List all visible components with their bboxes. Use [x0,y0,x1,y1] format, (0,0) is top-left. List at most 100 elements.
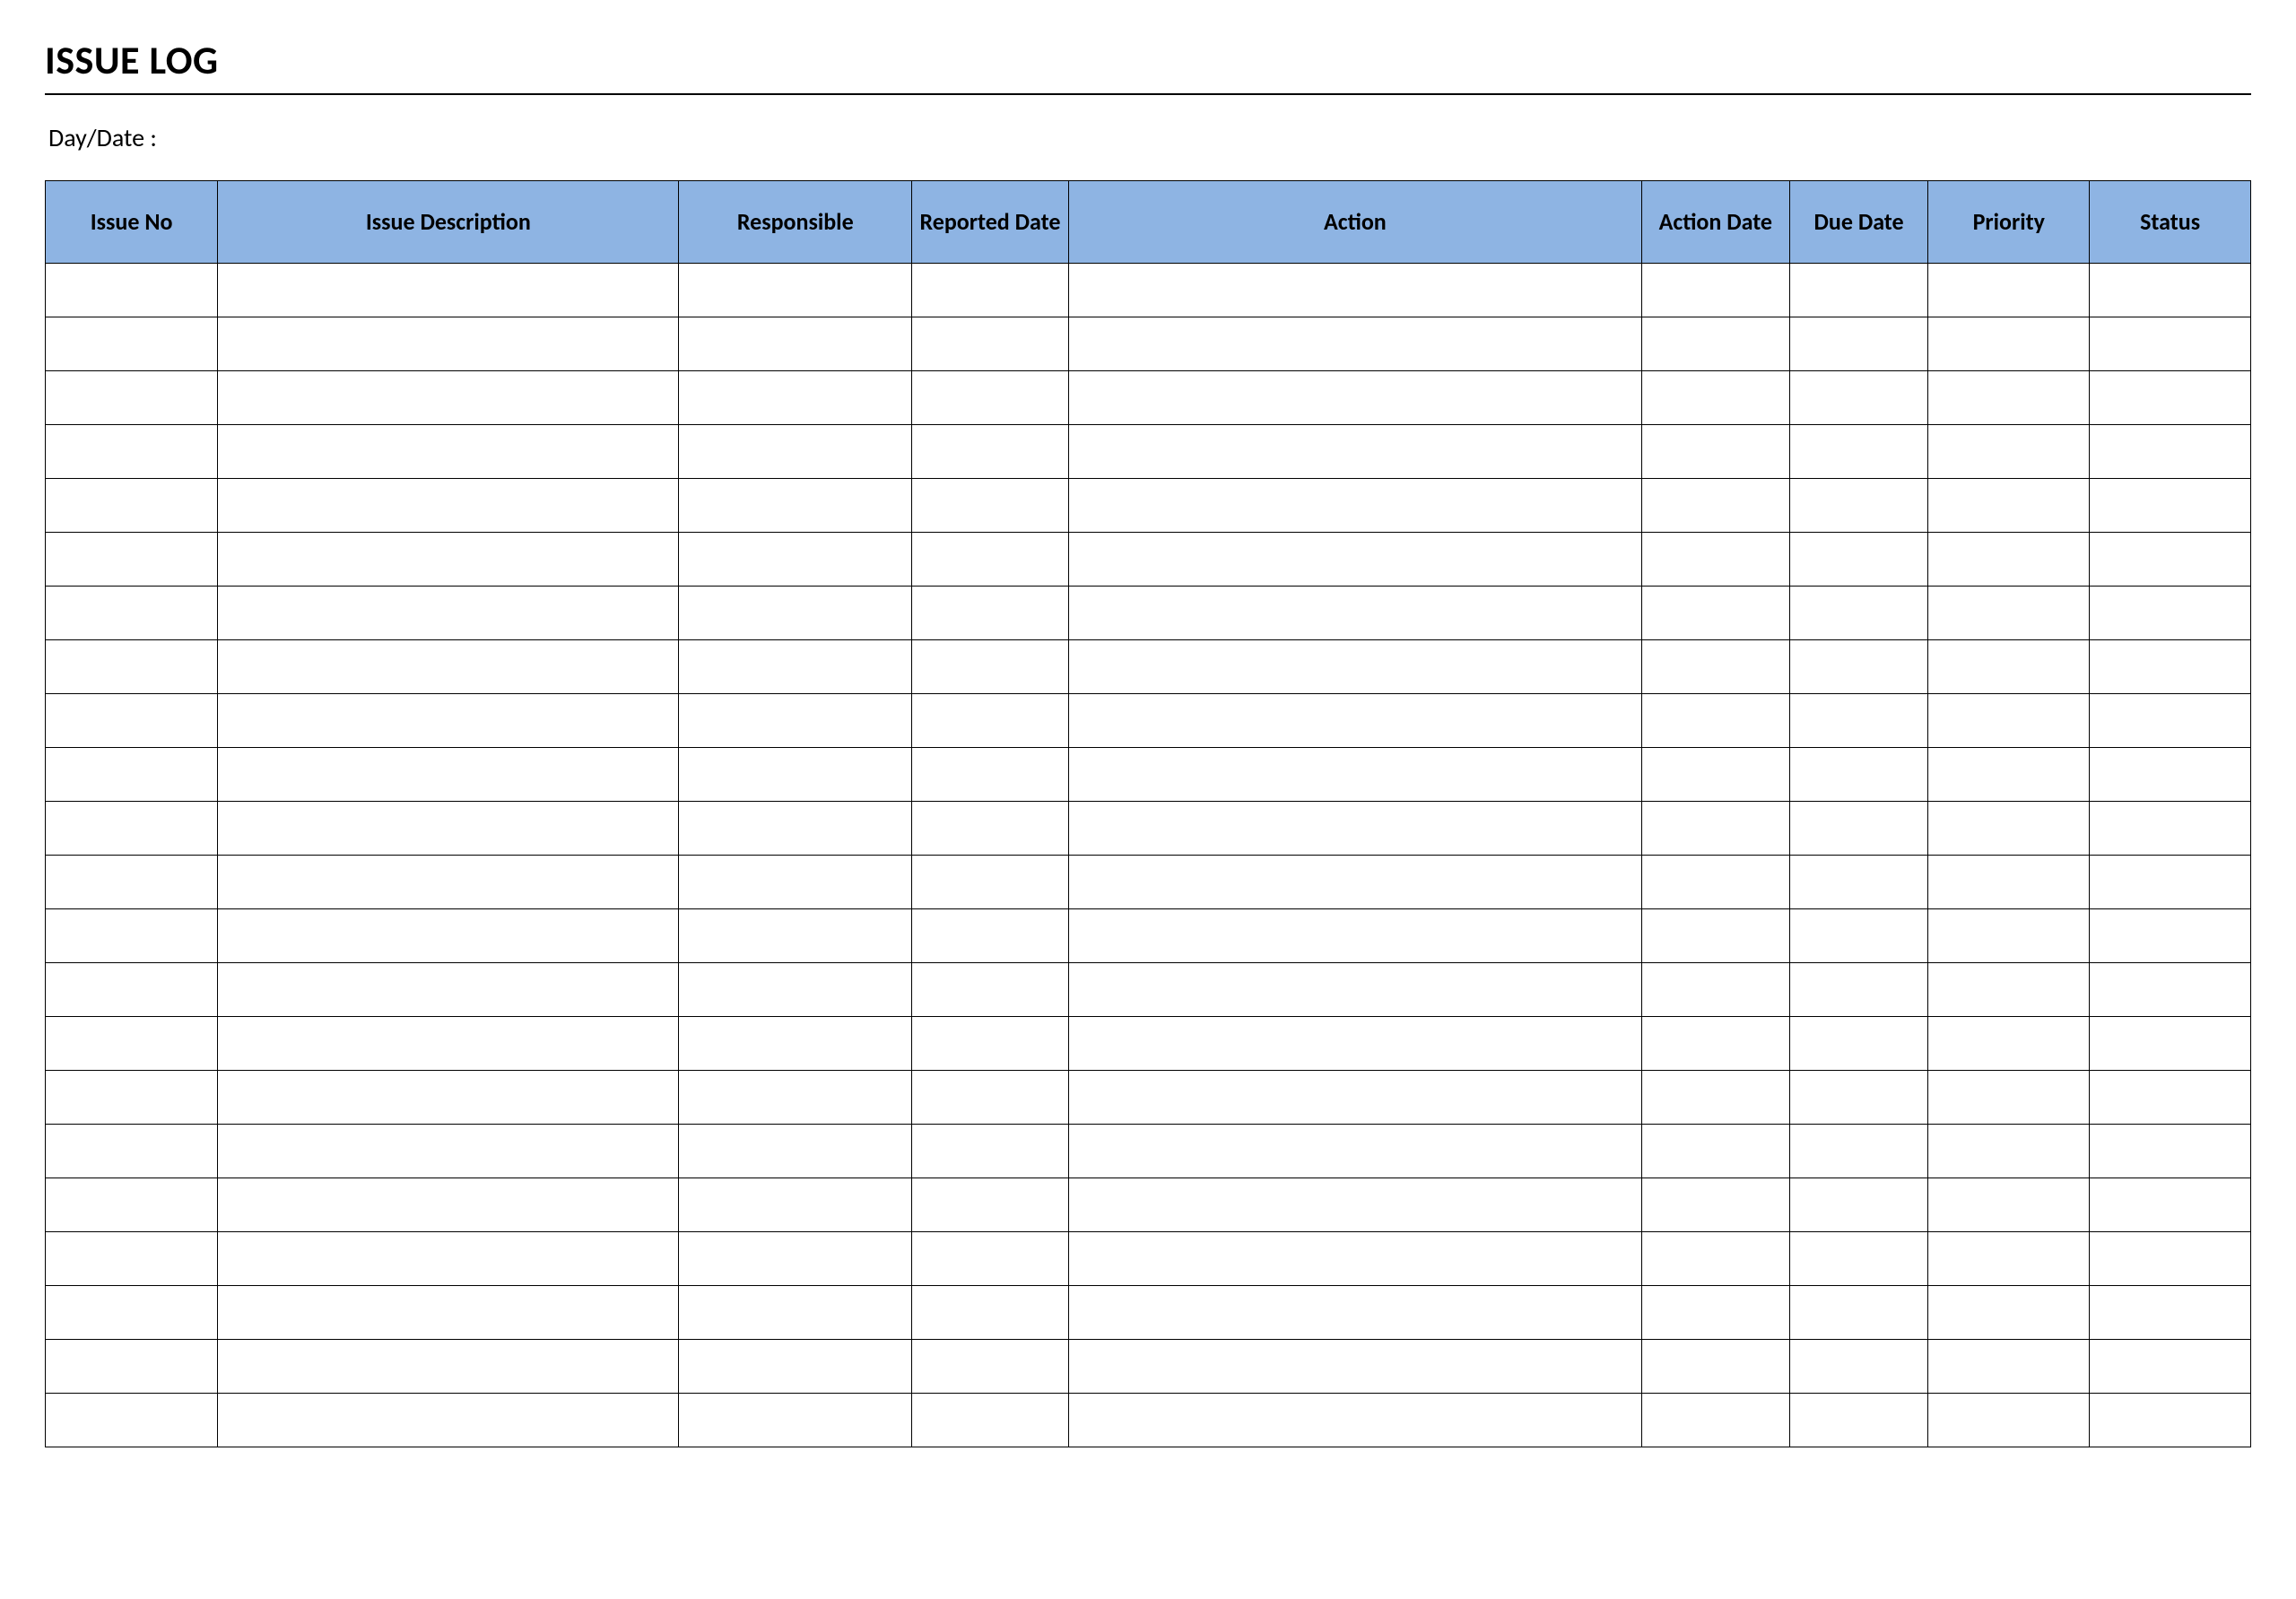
cell-priority [1928,371,2090,425]
cell-description [218,371,679,425]
cell-action [1068,1340,1641,1394]
cell-responsible [679,533,912,587]
cell-action_date [1641,802,1789,856]
cell-responsible [679,1232,912,1286]
cell-issue_no [46,533,218,587]
cell-priority [1928,748,2090,802]
cell-action_date [1641,748,1789,802]
cell-issue_no [46,640,218,694]
cell-reported [912,963,1069,1017]
cell-action_date [1641,1286,1789,1340]
cell-issue_no [46,1340,218,1394]
day-date-label: Day/Date : [48,122,2251,153]
cell-due_date [1789,479,1928,533]
cell-description [218,1340,679,1394]
cell-action [1068,802,1641,856]
cell-responsible [679,694,912,748]
cell-status [2090,1340,2251,1394]
cell-reported [912,748,1069,802]
table-header-row: Issue No Issue Description Responsible R… [46,181,2251,264]
cell-status [2090,479,2251,533]
cell-status [2090,1125,2251,1178]
cell-due_date [1789,317,1928,371]
cell-action_date [1641,1017,1789,1071]
cell-action_date [1641,1125,1789,1178]
cell-status [2090,587,2251,640]
cell-responsible [679,640,912,694]
cell-status [2090,425,2251,479]
cell-issue_no [46,1125,218,1178]
cell-priority [1928,425,2090,479]
cell-reported [912,1394,1069,1447]
table-row [46,1178,2251,1232]
table-row [46,317,2251,371]
cell-reported [912,264,1069,317]
cell-description [218,425,679,479]
cell-priority [1928,1340,2090,1394]
cell-issue_no [46,802,218,856]
cell-action_date [1641,479,1789,533]
cell-priority [1928,1178,2090,1232]
cell-status [2090,802,2251,856]
cell-status [2090,640,2251,694]
cell-description [218,748,679,802]
cell-responsible [679,371,912,425]
cell-description [218,963,679,1017]
table-row [46,694,2251,748]
cell-due_date [1789,1178,1928,1232]
cell-issue_no [46,479,218,533]
cell-action_date [1641,1178,1789,1232]
cell-description [218,1125,679,1178]
cell-responsible [679,425,912,479]
cell-action [1068,1125,1641,1178]
cell-action [1068,909,1641,963]
cell-due_date [1789,1071,1928,1125]
cell-action [1068,748,1641,802]
cell-action_date [1641,533,1789,587]
cell-action_date [1641,317,1789,371]
cell-reported [912,1071,1069,1125]
cell-action_date [1641,371,1789,425]
cell-action_date [1641,1071,1789,1125]
cell-action_date [1641,264,1789,317]
cell-description [218,856,679,909]
cell-reported [912,587,1069,640]
cell-responsible [679,587,912,640]
cell-issue_no [46,264,218,317]
cell-description [218,1286,679,1340]
table-row [46,856,2251,909]
cell-action [1068,694,1641,748]
cell-action [1068,640,1641,694]
table-row [46,587,2251,640]
cell-due_date [1789,587,1928,640]
cell-responsible [679,264,912,317]
cell-description [218,533,679,587]
cell-action_date [1641,1232,1789,1286]
cell-priority [1928,963,2090,1017]
cell-reported [912,371,1069,425]
cell-action_date [1641,640,1789,694]
cell-due_date [1789,1232,1928,1286]
cell-description [218,1071,679,1125]
cell-issue_no [46,856,218,909]
cell-description [218,264,679,317]
cell-action [1068,1286,1641,1340]
cell-reported [912,1340,1069,1394]
cell-status [2090,909,2251,963]
cell-status [2090,371,2251,425]
cell-responsible [679,317,912,371]
cell-action [1068,264,1641,317]
cell-description [218,694,679,748]
cell-status [2090,1178,2251,1232]
cell-issue_no [46,371,218,425]
cell-due_date [1789,963,1928,1017]
col-header-action: Action [1068,181,1641,264]
cell-due_date [1789,1340,1928,1394]
table-row [46,640,2251,694]
cell-issue_no [46,1232,218,1286]
cell-reported [912,1286,1069,1340]
cell-action_date [1641,856,1789,909]
cell-issue_no [46,1071,218,1125]
cell-action_date [1641,1394,1789,1447]
cell-responsible [679,479,912,533]
